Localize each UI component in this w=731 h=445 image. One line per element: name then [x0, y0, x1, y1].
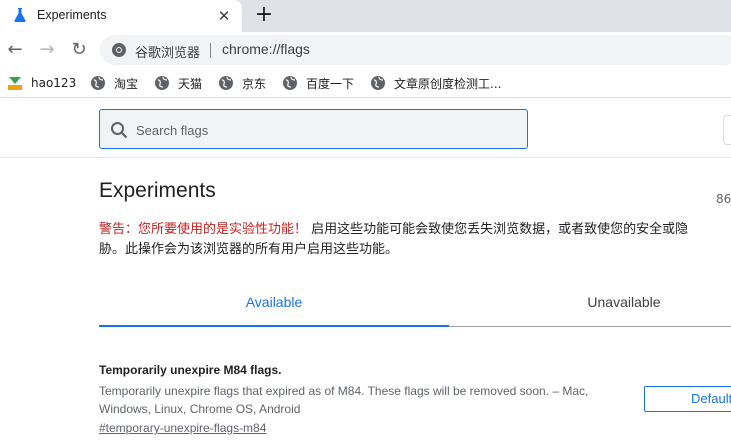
version-number: 86	[716, 192, 731, 206]
browser-tab[interactable]: Experiments ✕	[0, 0, 242, 32]
flag-permalink[interactable]: #temporary-unexpire-flags-m84	[99, 421, 266, 435]
globe-icon	[91, 76, 105, 90]
omnibox-site-name: 谷歌浏览器	[135, 46, 201, 61]
page-title: Experiments	[99, 179, 216, 202]
bookmark-label: 文章原创度检测工...	[394, 76, 502, 91]
forward-button[interactable]: →	[35, 38, 59, 62]
bookmark-jd[interactable]: 京东	[218, 74, 266, 92]
bookmark-label: 京东	[242, 76, 267, 91]
globe-icon	[283, 76, 297, 90]
bookmark-baidu[interactable]: 百度一下	[282, 74, 354, 92]
flag-name: Temporarily unexpire M84 flags.	[99, 363, 282, 377]
bookmark-label: hao123	[31, 76, 77, 90]
tab-unavailable[interactable]: Unavailable	[449, 280, 731, 327]
bookmark-hao123[interactable]: hao123	[7, 74, 76, 92]
bookmark-originality-tool[interactable]: 文章原创度检测工...	[370, 74, 501, 92]
browser-toolbar: ← → ↻ 谷歌浏览器 chrome://flags	[0, 32, 731, 68]
new-tab-button[interactable]: +	[253, 4, 275, 26]
search-input[interactable]	[136, 119, 516, 141]
flask-icon	[14, 8, 26, 22]
reload-button[interactable]: ↻	[67, 38, 91, 62]
globe-icon	[371, 76, 385, 90]
flags-tabs: Available Unavailable	[99, 280, 731, 327]
bookmark-taobao[interactable]: 淘宝	[90, 74, 138, 92]
bookmark-label: 天猫	[178, 76, 203, 91]
bookmark-tmall[interactable]: 天猫	[154, 74, 202, 92]
warning-line1: 启用这些功能可能会致使您丢失浏览数据，或者致使您的安全或隐	[307, 222, 689, 237]
warning-text: 警告：您所要使用的是实验性功能！ 启用这些功能可能会致使您丢失浏览数据，或者致使…	[99, 220, 731, 260]
tab-title: Experiments	[37, 8, 107, 22]
tab-strip: Experiments ✕ +	[0, 0, 731, 32]
omnibox-url[interactable]: chrome://flags	[222, 41, 310, 57]
warning-label: 警告：您所要使用的是实验性功能！	[99, 222, 308, 237]
omnibox[interactable]: 谷歌浏览器 chrome://flags	[100, 35, 731, 65]
bookmark-label: 淘宝	[114, 76, 139, 91]
bookmarks-bar: hao123 淘宝 天猫 京东 百度一下 文章原创度检测工...	[0, 68, 731, 98]
close-icon[interactable]: ✕	[216, 8, 232, 24]
bookmark-label: 百度一下	[306, 76, 355, 91]
hao123-icon	[8, 77, 22, 90]
tab-available[interactable]: Available	[99, 280, 449, 327]
globe-icon	[219, 76, 233, 90]
flag-state-select[interactable]: Default	[644, 386, 731, 412]
back-button[interactable]: ←	[3, 38, 27, 62]
reset-all-button[interactable]	[723, 115, 731, 145]
globe-icon	[155, 76, 169, 90]
flag-description: Temporarily unexpire flags that expired …	[99, 384, 589, 416]
flags-header	[0, 99, 731, 158]
search-box[interactable]	[99, 109, 528, 149]
warning-line2: 胁。此操作会为该浏览器的所有用户启用这些功能。	[99, 242, 399, 257]
omnibox-separator	[210, 43, 211, 58]
search-icon	[111, 122, 128, 139]
chrome-icon	[112, 43, 126, 57]
